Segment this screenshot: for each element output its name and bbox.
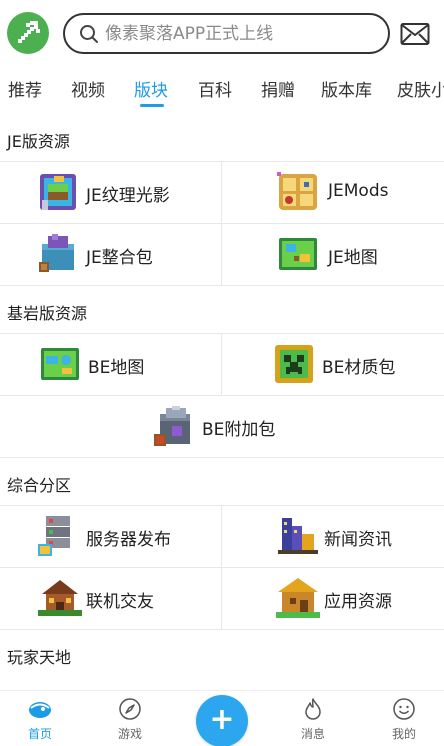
board-je-modpack[interactable]: JE整合包	[0, 224, 221, 285]
board-be-resource[interactable]: BE材质包	[222, 334, 444, 395]
divider	[0, 629, 444, 630]
search-bar[interactable]	[63, 13, 390, 54]
addon-icon	[154, 406, 190, 446]
nav-label: 我的	[391, 727, 416, 741]
board-be-map[interactable]: BE地图	[0, 334, 221, 395]
tab-recommend[interactable]: 推荐	[8, 76, 42, 101]
board-be-addon[interactable]: BE附加包	[0, 396, 444, 457]
nav-messages[interactable]: 消息	[283, 691, 343, 746]
section-title-player-world: 玩家天地	[7, 648, 72, 667]
category-tabs: 推荐 视频 版块 百科 捐赠 版本库 皮肤小	[0, 62, 444, 112]
section-title-je: JE版资源	[7, 132, 70, 151]
creeper-icon	[275, 345, 313, 383]
mail-icon[interactable]	[400, 22, 430, 46]
nav-label: 消息	[300, 727, 325, 741]
board-server-publish[interactable]: 服务器发布	[0, 506, 221, 567]
mods-icon	[277, 172, 317, 210]
app-logo[interactable]	[7, 12, 49, 54]
board-je-mods[interactable]: JEMods	[222, 162, 444, 223]
pickaxe-icon	[18, 21, 40, 43]
board-label: JEMods	[328, 181, 389, 201]
village-icon	[276, 578, 320, 618]
board-label: 联机交友	[86, 592, 154, 612]
search-icon	[80, 25, 98, 43]
board-label: JE纹理光影	[86, 186, 170, 206]
server-icon	[38, 516, 70, 556]
compass-icon	[119, 698, 141, 720]
board-je-texture[interactable]: JE纹理光影	[0, 162, 221, 223]
home-icon	[29, 702, 51, 718]
board-label: BE地图	[88, 358, 145, 378]
board-label: 服务器发布	[86, 530, 171, 550]
board-label: BE材质包	[322, 358, 396, 378]
map-icon	[41, 348, 79, 380]
tab-boards[interactable]: 版块	[134, 76, 168, 101]
tab-video[interactable]: 视频	[71, 76, 105, 101]
plus-icon: +	[209, 702, 235, 737]
smile-icon	[393, 698, 415, 720]
board-label: 新闻资讯	[324, 530, 392, 550]
tab-donate[interactable]: 捐赠	[261, 76, 295, 101]
texture-shader-icon	[40, 174, 76, 210]
nav-home[interactable]: 首页	[10, 691, 70, 746]
board-label: JE地图	[328, 248, 378, 268]
modpack-icon	[39, 234, 74, 272]
create-post-button[interactable]: +	[196, 695, 248, 746]
board-label: 应用资源	[324, 592, 392, 612]
flame-icon	[305, 698, 321, 720]
nav-label: 首页	[27, 727, 52, 741]
board-label: BE附加包	[202, 420, 276, 440]
section-title-general: 综合分区	[7, 476, 72, 495]
city-icon	[278, 518, 318, 554]
search-input[interactable]	[105, 19, 375, 49]
tab-wiki[interactable]: 百科	[198, 76, 232, 101]
nav-profile[interactable]: 我的	[374, 691, 434, 746]
tab-skins[interactable]: 皮肤小	[397, 76, 444, 101]
section-title-be: 基岩版资源	[7, 304, 88, 323]
board-label: JE整合包	[86, 248, 153, 268]
board-news[interactable]: 新闻资讯	[222, 506, 444, 567]
app-header	[0, 0, 444, 62]
board-multiplayer[interactable]: 联机交友	[0, 568, 221, 629]
nav-label: 游戏	[117, 727, 142, 741]
house-icon	[38, 580, 82, 616]
tab-versions[interactable]: 版本库	[321, 76, 372, 101]
active-tab-indicator	[140, 104, 164, 107]
map-icon	[279, 238, 317, 270]
board-app-resources[interactable]: 应用资源	[222, 568, 444, 629]
nav-games[interactable]: 游戏	[100, 691, 160, 746]
board-je-map[interactable]: JE地图	[222, 224, 444, 285]
